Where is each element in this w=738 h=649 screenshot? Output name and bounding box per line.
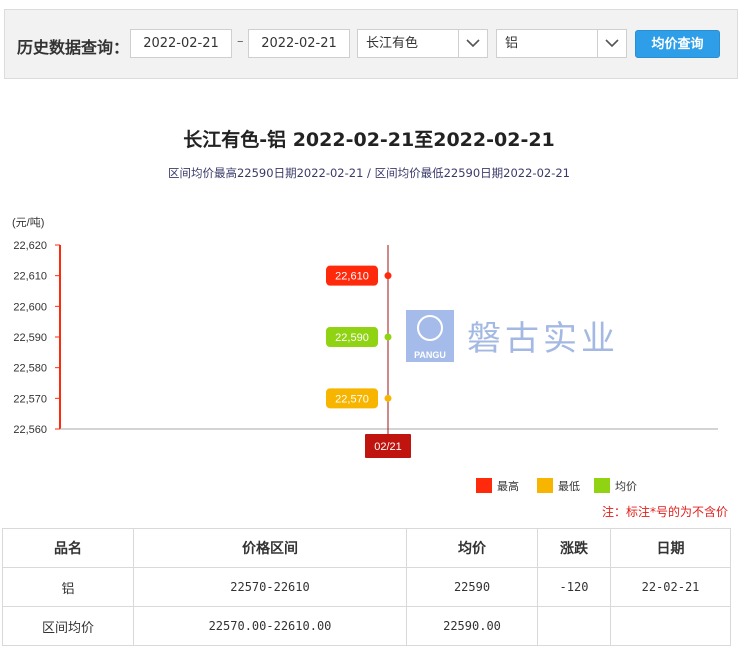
y-tick-label: 22,570	[13, 393, 47, 405]
cell-avg: 22590.00	[406, 606, 538, 646]
legend-label: 均价	[615, 480, 637, 493]
data-label: 22,570	[335, 393, 369, 405]
col-header-date: 日期	[610, 528, 731, 568]
col-header-range: 价格区间	[133, 528, 407, 568]
average-query-button[interactable]: 均价查询	[635, 30, 720, 58]
date-separator: –	[237, 34, 244, 49]
cell-change: -120	[537, 567, 611, 607]
x-tick-label: 02/21	[374, 441, 402, 453]
cell-product: 铝	[2, 567, 134, 607]
query-label: 历史数据查询：	[17, 38, 130, 57]
chevron-down-icon[interactable]	[458, 30, 487, 57]
chart-title: 长江有色-铝 2022-02-21至2022-02-21	[183, 129, 555, 151]
market-select-value: 长江有色	[366, 36, 419, 51]
legend-label: 最高	[497, 479, 519, 493]
legend-swatch	[594, 478, 610, 493]
market-select[interactable]: 长江有色	[357, 29, 488, 58]
watermark-text: 磐古实业	[467, 319, 619, 359]
watermark-logo: PANGU	[406, 310, 454, 362]
cell-product: 区间均价	[2, 606, 134, 646]
cell-date: 22-02-21	[610, 567, 731, 607]
date-from-input[interactable]: 2022-02-21	[130, 29, 232, 58]
cell-avg: 22590	[406, 567, 538, 607]
price-chart: (元/吨) 22,560 22,570 22,580 22,590 22,600 22,61…	[12, 216, 718, 493]
product-select-value: 铝	[505, 36, 519, 51]
y-tick-label: 22,600	[13, 301, 47, 313]
y-axis-unit: (元/吨)	[12, 216, 44, 229]
data-point-均价	[384, 333, 392, 341]
col-header-change: 涨跌	[537, 528, 611, 568]
col-header-avg: 均价	[406, 528, 538, 568]
table-row: 区间均价 22570.00-22610.00 22590.00	[2, 606, 731, 646]
y-tick-label: 22,610	[13, 271, 47, 283]
cell-range: 22570.00-22610.00	[133, 606, 407, 646]
chart-subtitle: 区间均价最高22590日期2022-02-21 / 区间均价最低22590日期2…	[167, 166, 570, 180]
data-point-最低	[384, 394, 392, 402]
product-select[interactable]: 铝	[496, 29, 627, 58]
legend-swatch	[476, 478, 492, 493]
date-to-input[interactable]: 2022-02-21	[248, 29, 350, 58]
table-row: 铝 22570-22610 22590 -120 22-02-21	[2, 567, 731, 607]
price-table: 品名 价格区间 均价 涨跌 日期 铝 22570-22610 22590 -12…	[2, 528, 731, 646]
y-tick-label: 22,620	[13, 240, 47, 252]
chevron-down-icon[interactable]	[597, 30, 626, 57]
query-bar: 历史数据查询： 2022-02-21 – 2022-02-21 长江有色 铝 均…	[4, 9, 738, 79]
cell-range: 22570-22610	[133, 567, 407, 607]
y-tick-label: 22,590	[13, 332, 47, 344]
data-point-最高	[384, 272, 392, 280]
note-text: 注：标注*号的为不含价	[601, 505, 728, 519]
y-tick-label: 22,560	[13, 424, 47, 436]
table-header-row: 品名 价格区间 均价 涨跌 日期	[2, 528, 731, 568]
y-tick-label: 22,580	[13, 363, 47, 375]
col-header-product: 品名	[2, 528, 134, 568]
data-label: 22,610	[335, 271, 369, 283]
cell-change	[537, 606, 611, 646]
data-label: 22,590	[335, 332, 369, 344]
legend-label: 最低	[558, 480, 580, 493]
cell-date	[610, 606, 731, 646]
svg-text:PANGU: PANGU	[414, 350, 446, 360]
legend-swatch	[537, 478, 553, 493]
